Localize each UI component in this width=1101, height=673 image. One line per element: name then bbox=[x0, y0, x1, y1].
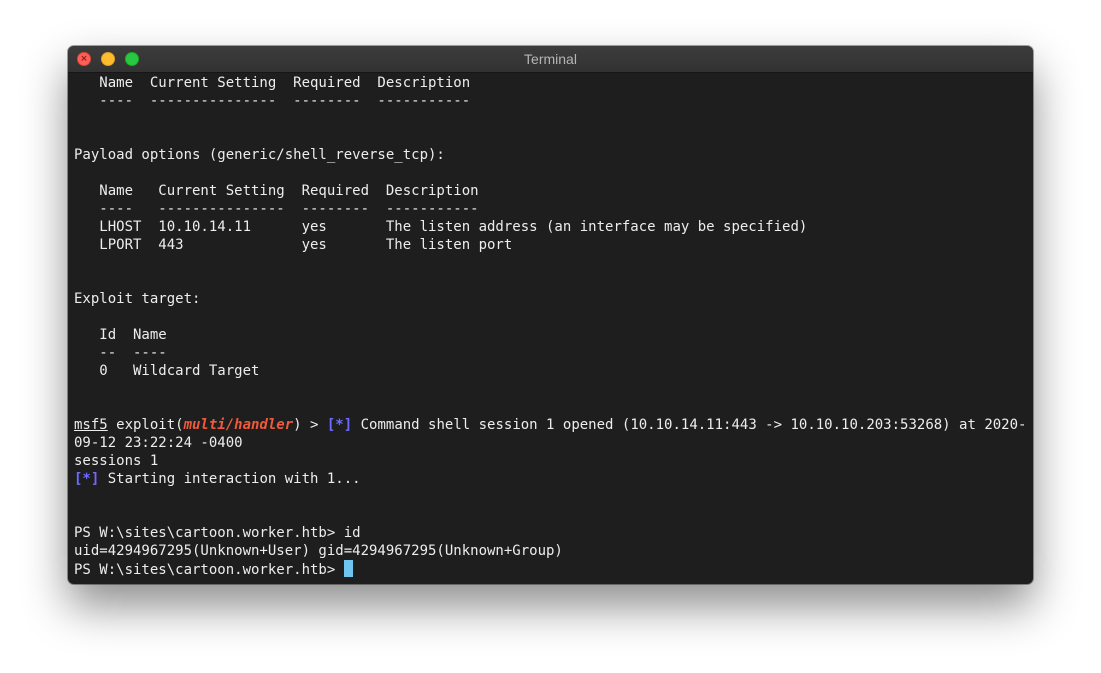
msf-prompt-line: msf5 exploit(multi/handler) > [*] Comman… bbox=[74, 416, 1029, 434]
exploit-target-row: 0 Wildcard Target bbox=[74, 363, 260, 379]
terminal-cursor[interactable] bbox=[343, 560, 353, 577]
status-marker: [*] bbox=[326, 417, 353, 433]
msf-prompt-name: msf5 bbox=[74, 417, 108, 433]
ps-current-prompt-line[interactable]: PS W:\sites\cartoon.worker.htb> bbox=[74, 560, 1029, 578]
payload-options-rule: ---- --------------- -------- ----------… bbox=[74, 201, 479, 217]
module-options-rule: ---- --------------- -------- ----------… bbox=[74, 93, 471, 109]
ps-prompt: PS W:\sites\cartoon.worker.htb> bbox=[74, 562, 344, 578]
payload-option-row-lport: LPORT 443 yes The listen port bbox=[74, 237, 513, 253]
interaction-line: [*] Starting interaction with 1... bbox=[74, 470, 1029, 488]
module-options-header: Name Current Setting Required Descriptio… bbox=[74, 75, 471, 91]
exploit-target-header: Id Name bbox=[74, 327, 167, 343]
window-title: Terminal bbox=[524, 51, 577, 67]
session-opened-message: Command shell session 1 opened (10.10.14… bbox=[352, 417, 1027, 433]
module-name: multi/handler bbox=[183, 417, 294, 433]
payload-option-row-lhost: LHOST 10.10.14.11 yes The listen address… bbox=[74, 219, 808, 235]
terminal-window: × Terminal Name Current Setting Required… bbox=[68, 46, 1033, 584]
interaction-text: Starting interaction with 1... bbox=[99, 471, 361, 487]
title-bar[interactable]: × Terminal bbox=[68, 46, 1033, 73]
prompt-close: ) > bbox=[293, 417, 327, 433]
exploit-target-rule: -- ---- bbox=[74, 345, 167, 361]
payload-options-heading: Payload options (generic/shell_reverse_t… bbox=[74, 147, 445, 163]
exploit-target-heading: Exploit target: bbox=[74, 291, 201, 307]
status-marker: [*] bbox=[74, 471, 100, 487]
exploit-word: exploit( bbox=[107, 417, 184, 433]
session-opened-message-cont: 09-12 23:22:24 -0400 bbox=[74, 435, 243, 451]
id-output: uid=4294967295(Unknown+User) gid=4294967… bbox=[74, 543, 563, 559]
sessions-command: sessions 1 bbox=[74, 453, 159, 469]
payload-options-header: Name Current Setting Required Descriptio… bbox=[74, 183, 479, 199]
terminal-output[interactable]: Name Current Setting Required Descriptio… bbox=[74, 74, 1029, 580]
ps-command-line: PS W:\sites\cartoon.worker.htb> id bbox=[74, 525, 361, 541]
